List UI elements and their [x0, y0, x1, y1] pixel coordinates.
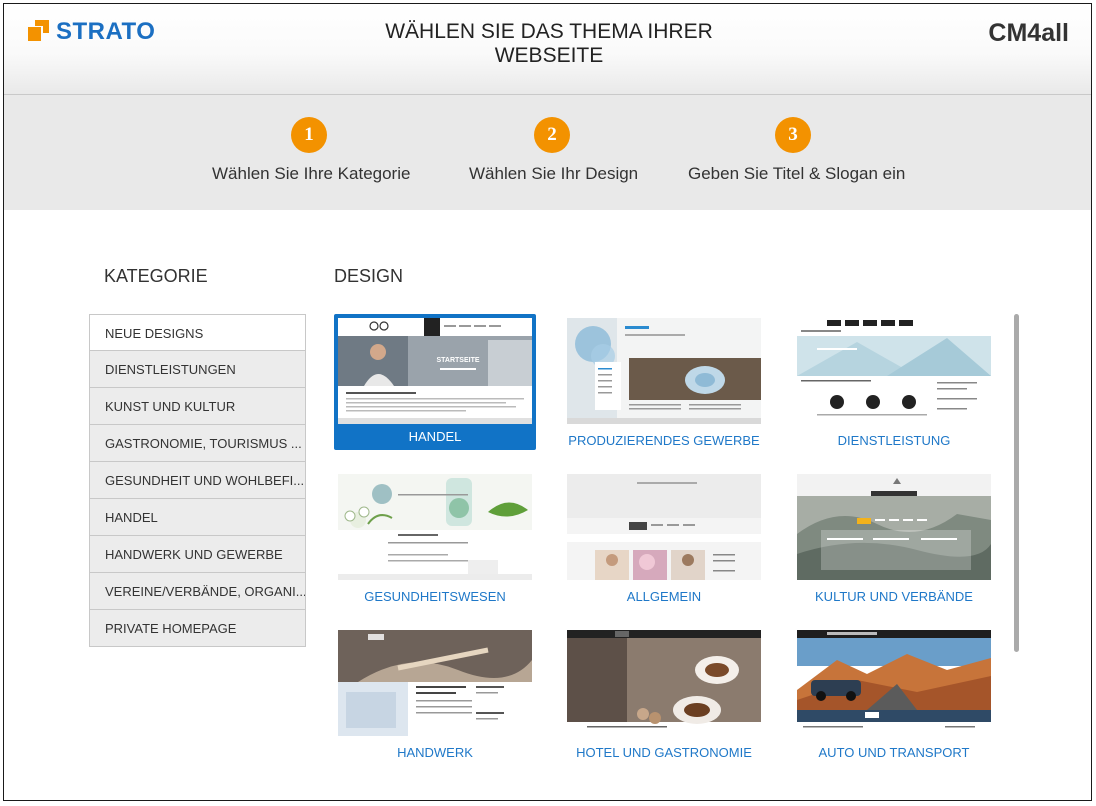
category-item-dienstleistungen[interactable]: DIENSTLEISTUNGEN — [89, 351, 306, 388]
app-window: STRATO WÄHLEN SIE DAS THEMA IHRER WEBSEI… — [3, 3, 1092, 801]
category-item-handwerk[interactable]: HANDWERK UND GEWERBE — [89, 536, 306, 573]
step-1[interactable]: 1 Wählen Sie Ihre Kategorie — [212, 117, 411, 184]
design-card-label: HANDWERK — [397, 745, 473, 760]
design-thumbnail: STARTSEITE — [338, 318, 532, 424]
design-card-label: DIENSTLEISTUNG — [837, 433, 951, 448]
design-card-label: GESUNDHEITSWESEN — [364, 589, 506, 604]
category-item-gastronomie[interactable]: GASTRONOMIE, TOURISMUS ... — [89, 425, 306, 462]
category-item-kunst-und-kultur[interactable]: KUNST UND KULTUR — [89, 388, 306, 425]
strato-logo-text: STRATO — [56, 18, 156, 45]
step-number: 1 — [291, 117, 327, 153]
design-card-label: ALLGEMEIN — [626, 589, 702, 604]
category-item-handel[interactable]: HANDEL — [89, 499, 306, 536]
header: STRATO WÄHLEN SIE DAS THEMA IHRER WEBSEI… — [4, 4, 1091, 95]
design-card-handwerk[interactable]: HANDWERK — [334, 626, 536, 762]
design-card-handel[interactable]: STARTSEITE HANDEL — [334, 314, 536, 450]
category-item-private-homepage[interactable]: PRIVATE HOMEPAGE — [89, 610, 306, 647]
cm4all-logo: CM4all — [988, 19, 1069, 47]
design-thumbnail — [567, 474, 761, 580]
design-card-kultur-und-verbaende[interactable]: KULTUR UND VERBÄNDE — [793, 470, 995, 606]
step-bar: 1 Wählen Sie Ihre Kategorie 2 Wählen Sie… — [4, 95, 1091, 210]
design-thumbnail — [338, 474, 532, 580]
category-item-vereine[interactable]: VEREINE/VERBÄNDE, ORGANI... — [89, 573, 306, 610]
design-card-label: HANDEL — [408, 429, 462, 444]
category-heading: KATEGORIE — [104, 266, 208, 286]
design-thumbnail — [567, 318, 761, 424]
thumb-headline: STARTSEITE — [436, 357, 479, 364]
design-thumbnail — [797, 474, 991, 580]
step-label: Wählen Sie Ihre Kategorie — [212, 164, 411, 183]
step-number: 3 — [775, 117, 811, 153]
design-card-label: KULTUR UND VERBÄNDE — [815, 589, 973, 604]
step-label: Wählen Sie Ihr Design — [469, 164, 639, 183]
design-card-produzierendes-gewerbe[interactable]: PRODUZIERENDES GEWERBE — [563, 314, 765, 450]
strato-logo: STRATO — [28, 18, 155, 46]
design-card-label: AUTO UND TRANSPORT — [818, 745, 970, 760]
design-card-allgemein[interactable]: ALLGEMEIN — [563, 470, 765, 606]
design-card-auto-und-transport[interactable]: AUTO UND TRANSPORT — [793, 626, 995, 762]
design-scrollbar[interactable] — [1014, 314, 1019, 652]
category-item-neue-designs[interactable]: NEUE DESIGNS — [89, 314, 306, 351]
design-card-label: PRODUZIERENDES GEWERBE — [568, 433, 760, 448]
step-2[interactable]: 2 Wählen Sie Ihr Design — [469, 117, 639, 184]
category-list: NEUE DESIGNS DIENSTLEISTUNGEN KUNST UND … — [89, 314, 306, 647]
category-item-gesundheit[interactable]: GESUNDHEIT UND WOHLBEFI... — [89, 462, 306, 499]
step-number: 2 — [534, 117, 570, 153]
design-heading: DESIGN — [334, 266, 404, 286]
design-card-hotel-und-gastronomie[interactable]: HOTEL UND GASTRONOMIE — [563, 626, 765, 762]
design-thumbnail — [567, 630, 761, 736]
design-card-gesundheitswesen[interactable]: GESUNDHEITSWESEN — [334, 470, 536, 606]
strato-mark-icon — [28, 19, 50, 45]
design-card-dienstleistung[interactable]: DIENSTLEISTUNG — [793, 314, 995, 450]
step-3[interactable]: 3 Geben Sie Titel & Slogan ein — [688, 117, 906, 184]
step-label: Geben Sie Titel & Slogan ein — [688, 164, 906, 183]
page-title: WÄHLEN SIE DAS THEMA IHRER WEBSEITE — [385, 20, 713, 67]
design-thumbnail — [797, 318, 991, 424]
design-thumbnail — [797, 630, 991, 736]
design-card-label: HOTEL UND GASTRONOMIE — [576, 745, 752, 760]
design-thumbnail — [338, 630, 532, 736]
